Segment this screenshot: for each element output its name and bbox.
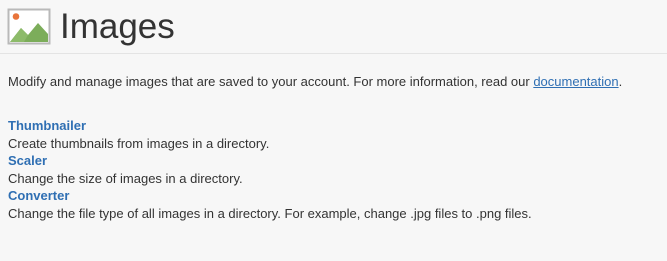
description-suffix: . <box>618 74 623 89</box>
page-title: Images <box>60 7 175 46</box>
converter-description: Change the file type of all images in a … <box>8 206 532 221</box>
image-icon <box>7 8 51 45</box>
tool-item-scaler: Scaler Change the size of images in a di… <box>8 152 532 187</box>
page-header: Images <box>0 0 667 54</box>
tool-item-converter: Converter Change the file type of all im… <box>8 187 532 222</box>
thumbnailer-description: Create thumbnails from images in a direc… <box>8 136 270 151</box>
scaler-link[interactable]: Scaler <box>8 152 532 170</box>
scaler-description: Change the size of images in a directory… <box>8 171 243 186</box>
page-description: Modify and manage images that are saved … <box>8 73 622 90</box>
tool-item-thumbnailer: Thumbnailer Create thumbnails from image… <box>8 117 532 152</box>
tool-list: Thumbnailer Create thumbnails from image… <box>8 117 532 222</box>
thumbnailer-link[interactable]: Thumbnailer <box>8 117 532 135</box>
documentation-link[interactable]: documentation <box>533 74 618 89</box>
converter-link[interactable]: Converter <box>8 187 532 205</box>
description-text: Modify and manage images that are saved … <box>8 74 534 89</box>
